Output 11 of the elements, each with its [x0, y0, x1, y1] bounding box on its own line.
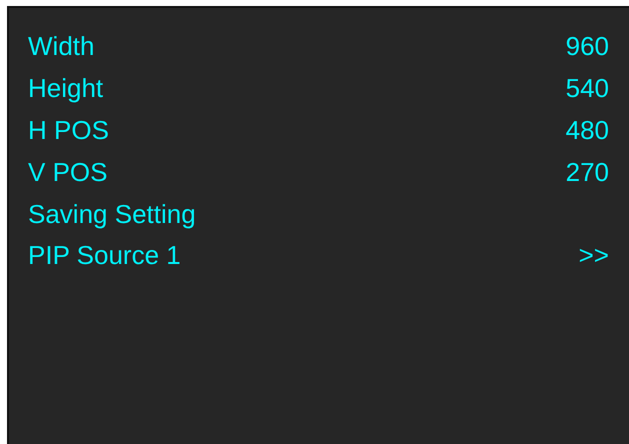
menu-value: >> [578, 240, 609, 272]
menu-label[interactable]: PIP Source 1 [28, 240, 181, 272]
menu-label[interactable]: Height [28, 73, 104, 104]
menu-label[interactable]: Saving Setting [28, 198, 196, 230]
menu-label[interactable]: V POS [28, 156, 108, 188]
menu-label[interactable]: H POS [28, 114, 109, 146]
menu-value: 480 [566, 114, 609, 146]
menu-value: 540 [566, 73, 609, 104]
menu-value: 960 [566, 31, 609, 62]
menu-value: 270 [566, 156, 609, 188]
menu-label[interactable]: Width [28, 31, 94, 62]
